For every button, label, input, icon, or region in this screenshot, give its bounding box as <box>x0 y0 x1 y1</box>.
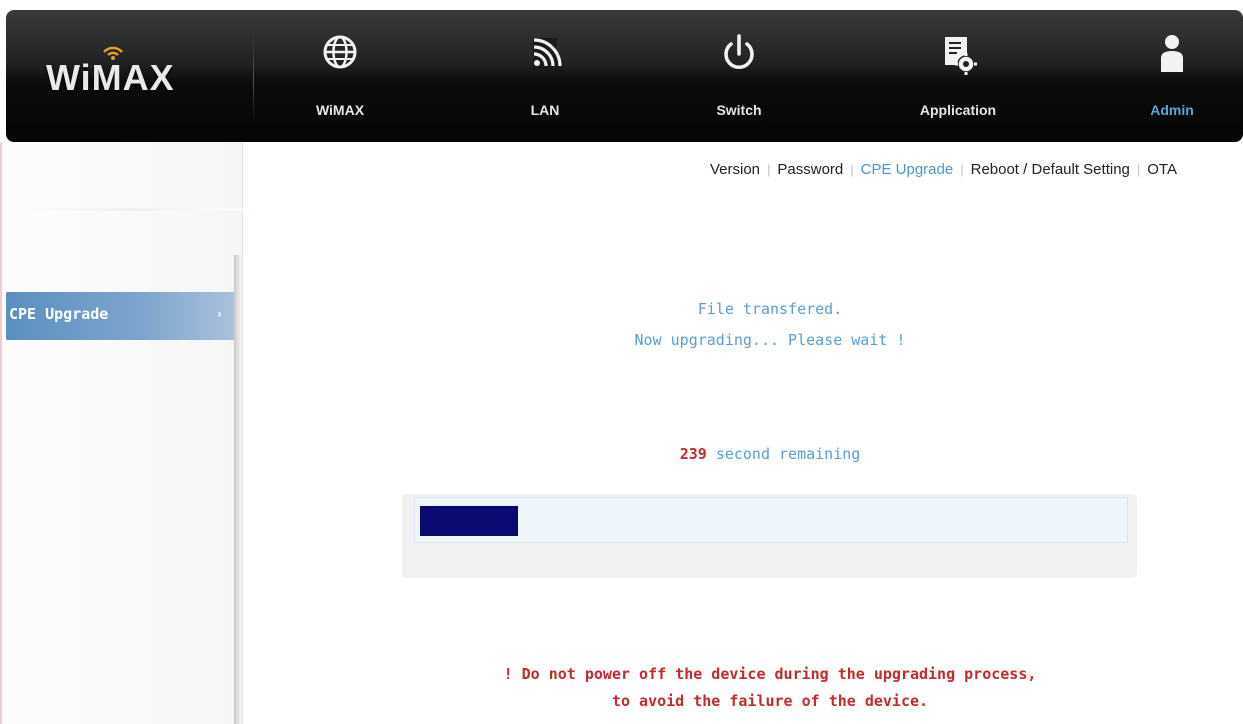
subnav-divider: | <box>960 161 964 177</box>
app-settings-icon <box>945 37 977 75</box>
admin-subnav: Version | Password | CPE Upgrade | Reboo… <box>710 158 1177 180</box>
subnav-divider: | <box>850 161 854 177</box>
top-navigation-bar: WiMAX WiMAX LAN Switch Application Admin <box>6 10 1243 142</box>
sidebar: CPE Upgrade › <box>0 142 260 724</box>
user-icon <box>1161 35 1183 72</box>
subnav-divider: | <box>1136 161 1141 177</box>
warning-line1: ! Do not power off the device during the… <box>503 665 1037 683</box>
sidebar-item-label: CPE Upgrade <box>9 305 109 323</box>
progress-fill <box>420 506 518 536</box>
status-upgrading: Now upgrading... Please wait ! <box>634 331 906 349</box>
nav-label: Switch <box>716 102 762 118</box>
subnav-password[interactable]: Password <box>777 161 843 178</box>
warning-line2: to avoid the failure of the device. <box>611 692 929 710</box>
remaining-label: second remaining <box>715 445 861 463</box>
nav-item-switch[interactable]: Switch <box>664 26 814 126</box>
status-transferred: File transfered. <box>697 300 843 318</box>
globe-icon <box>323 35 357 69</box>
logo-text: WiMAX <box>46 57 175 98</box>
logo-divider <box>253 32 254 122</box>
subnav-version[interactable]: Version <box>710 161 760 178</box>
sidebar-item-cpe-upgrade[interactable]: CPE Upgrade › <box>6 292 236 340</box>
signal-icon <box>533 38 562 70</box>
upgrade-progress-bar <box>414 497 1128 543</box>
time-remaining: 239 second remaining <box>420 445 1120 463</box>
nav-item-lan[interactable]: LAN <box>470 26 620 126</box>
subnav-divider: | <box>767 161 771 177</box>
window-edge <box>0 142 2 724</box>
nav-item-application[interactable]: Application <box>883 26 1033 126</box>
power-icon <box>724 34 754 70</box>
nav-item-admin[interactable]: Admin <box>1097 26 1243 126</box>
remaining-seconds: 239 <box>679 445 707 463</box>
subnav-ota[interactable]: OTA <box>1147 161 1177 178</box>
nav-label: WiMAX <box>315 102 365 118</box>
nav-label: Application <box>919 102 997 118</box>
nav-label: Admin <box>1150 102 1194 118</box>
chevron-right-icon: › <box>217 307 222 321</box>
sidebar-edge <box>234 255 242 724</box>
subnav-reboot-default[interactable]: Reboot / Default Setting <box>971 161 1130 178</box>
subnav-cpe-upgrade[interactable]: CPE Upgrade <box>861 161 954 178</box>
sidebar-divider <box>0 208 260 211</box>
nav-label: LAN <box>530 102 560 118</box>
nav-item-wimax[interactable]: WiMAX <box>265 26 415 126</box>
wimax-logo: WiMAX <box>46 45 226 105</box>
